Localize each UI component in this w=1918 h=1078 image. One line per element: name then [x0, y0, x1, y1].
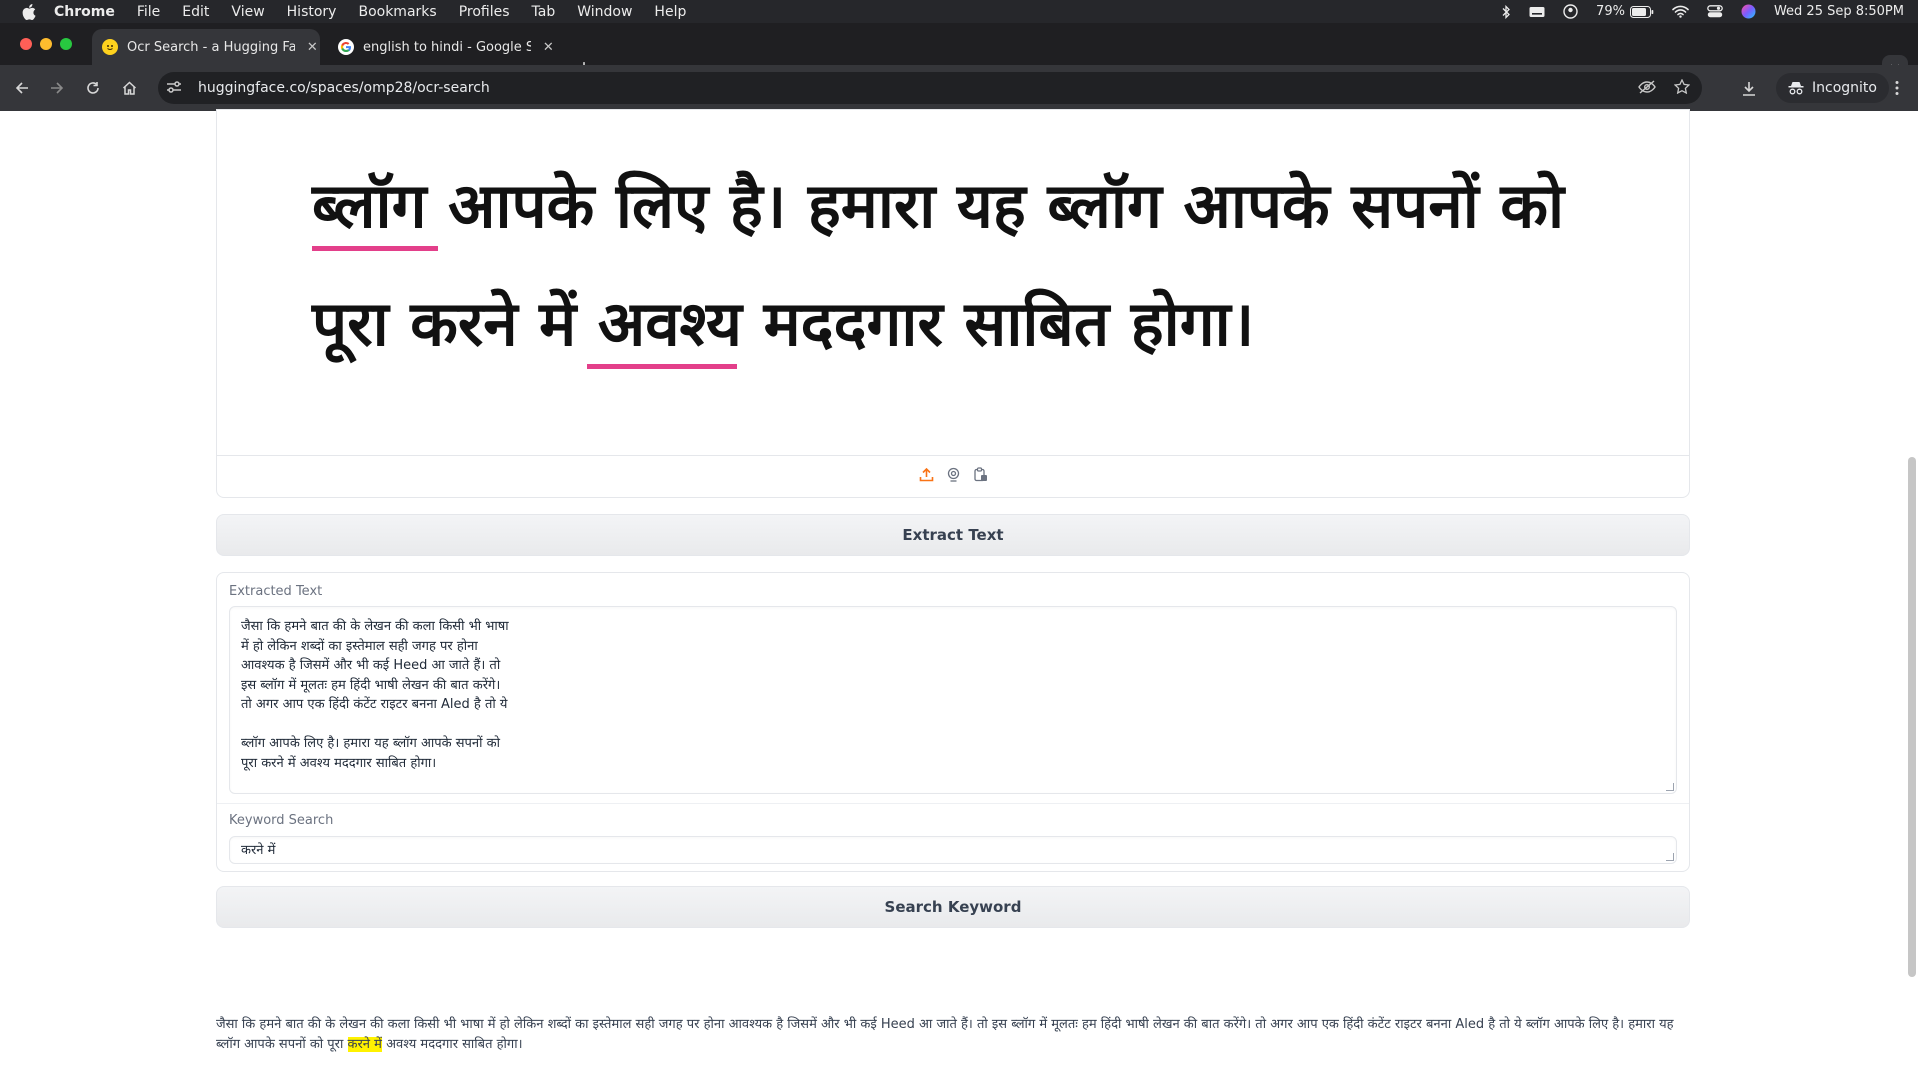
image-text-line-2: पूरा करने में अवश्य मददगार साबित होगा। [312, 287, 1255, 360]
battery-status[interactable]: 79% [1596, 4, 1654, 19]
keyword-search-label: Keyword Search [229, 813, 334, 828]
page-scrollbar-thumb[interactable] [1908, 457, 1916, 977]
result-line-1: जैसा कि हमने बात की के लेखन की कला किसी … [216, 1017, 1674, 1032]
keyword-highlight: करने में [347, 1036, 382, 1052]
image-text-line-1: ब्लॉग आपके लिए है। हमारा यह ब्लॉग आपके स… [312, 169, 1565, 242]
address-bar[interactable]: huggingface.co/spaces/omp28/ocr-search [158, 72, 1702, 104]
image-underline-2 [587, 364, 737, 369]
keyword-search-input[interactable]: करने में [229, 836, 1677, 864]
window-zoom-button[interactable] [60, 38, 72, 50]
search-keyword-button[interactable]: Search Keyword [216, 886, 1690, 928]
back-arrow-icon[interactable] [11, 77, 33, 99]
menu-window[interactable]: Window [577, 4, 632, 20]
google-icon [338, 39, 354, 55]
search-result-text: जैसा कि हमने बात की के लेखन की कला किसी … [216, 1015, 1696, 1054]
incognito-badge[interactable]: Incognito [1776, 73, 1889, 103]
battery-icon [1629, 5, 1654, 18]
extracted-text-area[interactable]: जैसा कि हमने बात की के लेखन की कला किसी … [229, 606, 1677, 794]
incognito-icon [1788, 82, 1804, 95]
extract-text-button[interactable]: Extract Text [216, 514, 1690, 556]
browser-toolbar: huggingface.co/spaces/omp28/ocr-search I… [0, 65, 1918, 111]
section-divider [217, 803, 1689, 804]
keyword-value: करने में [241, 843, 276, 858]
window-minimize-button[interactable] [40, 38, 52, 50]
battery-percent: 79% [1596, 4, 1625, 19]
browser-tab-strip: Ocr Search - a Hugging Face ✕ english to… [0, 23, 1918, 80]
clipboard-paste-icon[interactable] [973, 467, 988, 486]
page-content: ब्लॉग आपके लिए है। हमारा यह ब्लॉग आपके स… [0, 109, 1918, 1078]
control-center-icon[interactable] [1707, 5, 1723, 18]
menu-view[interactable]: View [231, 4, 264, 20]
tab-ocr-search[interactable]: Ocr Search - a Hugging Face ✕ [92, 29, 320, 65]
tab-close-icon[interactable]: ✕ [305, 40, 320, 55]
resize-handle-icon[interactable] [1666, 853, 1674, 861]
keyboard-icon[interactable] [1529, 6, 1545, 18]
image-source-toolbar [217, 455, 1689, 497]
forward-arrow-icon[interactable] [46, 77, 68, 99]
apple-logo-icon[interactable] [18, 0, 40, 23]
incognito-label: Incognito [1812, 80, 1877, 96]
user-circle-icon[interactable] [1563, 4, 1578, 19]
tab-title: english to hindi - Google Sear [363, 39, 531, 55]
extracted-line: तो अगर आप एक हिंदी कंटेंट राइटर बनना Ale… [241, 697, 508, 712]
bookmark-star-icon[interactable] [1673, 77, 1691, 98]
extracted-and-keyword-group: Extracted Text जैसा कि हमने बात की के ले… [216, 572, 1690, 872]
result-text-after: अवश्य मददगार साबित होगा। [381, 1036, 523, 1052]
menu-profiles[interactable]: Profiles [459, 4, 510, 20]
extracted-line: आवश्यक है जिसमें और भी कई Heed आ जाते है… [241, 658, 501, 673]
menu-bookmarks[interactable]: Bookmarks [358, 4, 436, 20]
extracted-line [241, 715, 1665, 735]
clock-datetime[interactable]: Wed 25 Sep 8:50PM [1774, 4, 1904, 19]
menu-app-chrome[interactable]: Chrome [54, 4, 115, 20]
menu-history[interactable]: History [287, 4, 337, 20]
tab-title: Ocr Search - a Hugging Face [127, 39, 295, 55]
menu-file[interactable]: File [137, 4, 160, 20]
extracted-line: इस ब्लॉग में मूलतः हम हिंदी भाषी लेखन की… [241, 677, 501, 693]
macos-menu-bar: Chrome File Edit View History Bookmarks … [0, 0, 1918, 23]
resize-handle-icon[interactable] [1666, 783, 1674, 791]
menu-tab[interactable]: Tab [532, 4, 556, 20]
result-text-before: ब्लॉग आपके सपनों को पूरा [216, 1036, 348, 1052]
extracted-text-label: Extracted Text [229, 584, 323, 599]
wifi-icon[interactable] [1672, 5, 1689, 18]
site-info-tune-icon[interactable] [166, 79, 184, 98]
siri-icon[interactable] [1741, 4, 1756, 19]
uploaded-image-panel[interactable]: ब्लॉग आपके लिए है। हमारा यह ब्लॉग आपके स… [216, 109, 1690, 498]
download-icon[interactable] [1738, 77, 1760, 99]
kebab-menu-icon[interactable] [1886, 77, 1908, 99]
extracted-line: में हो लेकिन शब्दों का इस्तेमाल सही जगह … [241, 638, 478, 654]
bluetooth-icon[interactable] [1501, 4, 1511, 19]
extracted-line: पूरा करने में अवश्य मददगार साबित होगा। [241, 755, 437, 771]
window-close-button[interactable] [20, 38, 32, 50]
webcam-icon[interactable] [946, 467, 961, 486]
eye-slash-icon[interactable] [1638, 79, 1656, 98]
menu-edit[interactable]: Edit [182, 4, 209, 20]
reload-icon[interactable] [82, 77, 104, 99]
tab-google-search[interactable]: english to hindi - Google Sear ✕ [328, 29, 556, 65]
status-area: 79% Wed 25 Sep 8:50PM [1501, 0, 1904, 23]
upload-icon[interactable] [919, 467, 934, 486]
result-line-2: ब्लॉग आपके सपनों को पूरा करने में अवश्य … [216, 1035, 1696, 1055]
extracted-line: जैसा कि हमने बात की के लेखन की कला किसी … [241, 619, 509, 634]
menu-help[interactable]: Help [654, 4, 686, 20]
extracted-line: ब्लॉग आपके लिए है। हमारा यह ब्लॉग आपके स… [241, 736, 500, 751]
home-icon[interactable] [118, 77, 140, 99]
image-underline-1 [312, 246, 438, 251]
tab-close-icon[interactable]: ✕ [541, 40, 556, 55]
hugging-face-icon [102, 39, 118, 55]
url-text: huggingface.co/spaces/omp28/ocr-search [198, 80, 490, 96]
